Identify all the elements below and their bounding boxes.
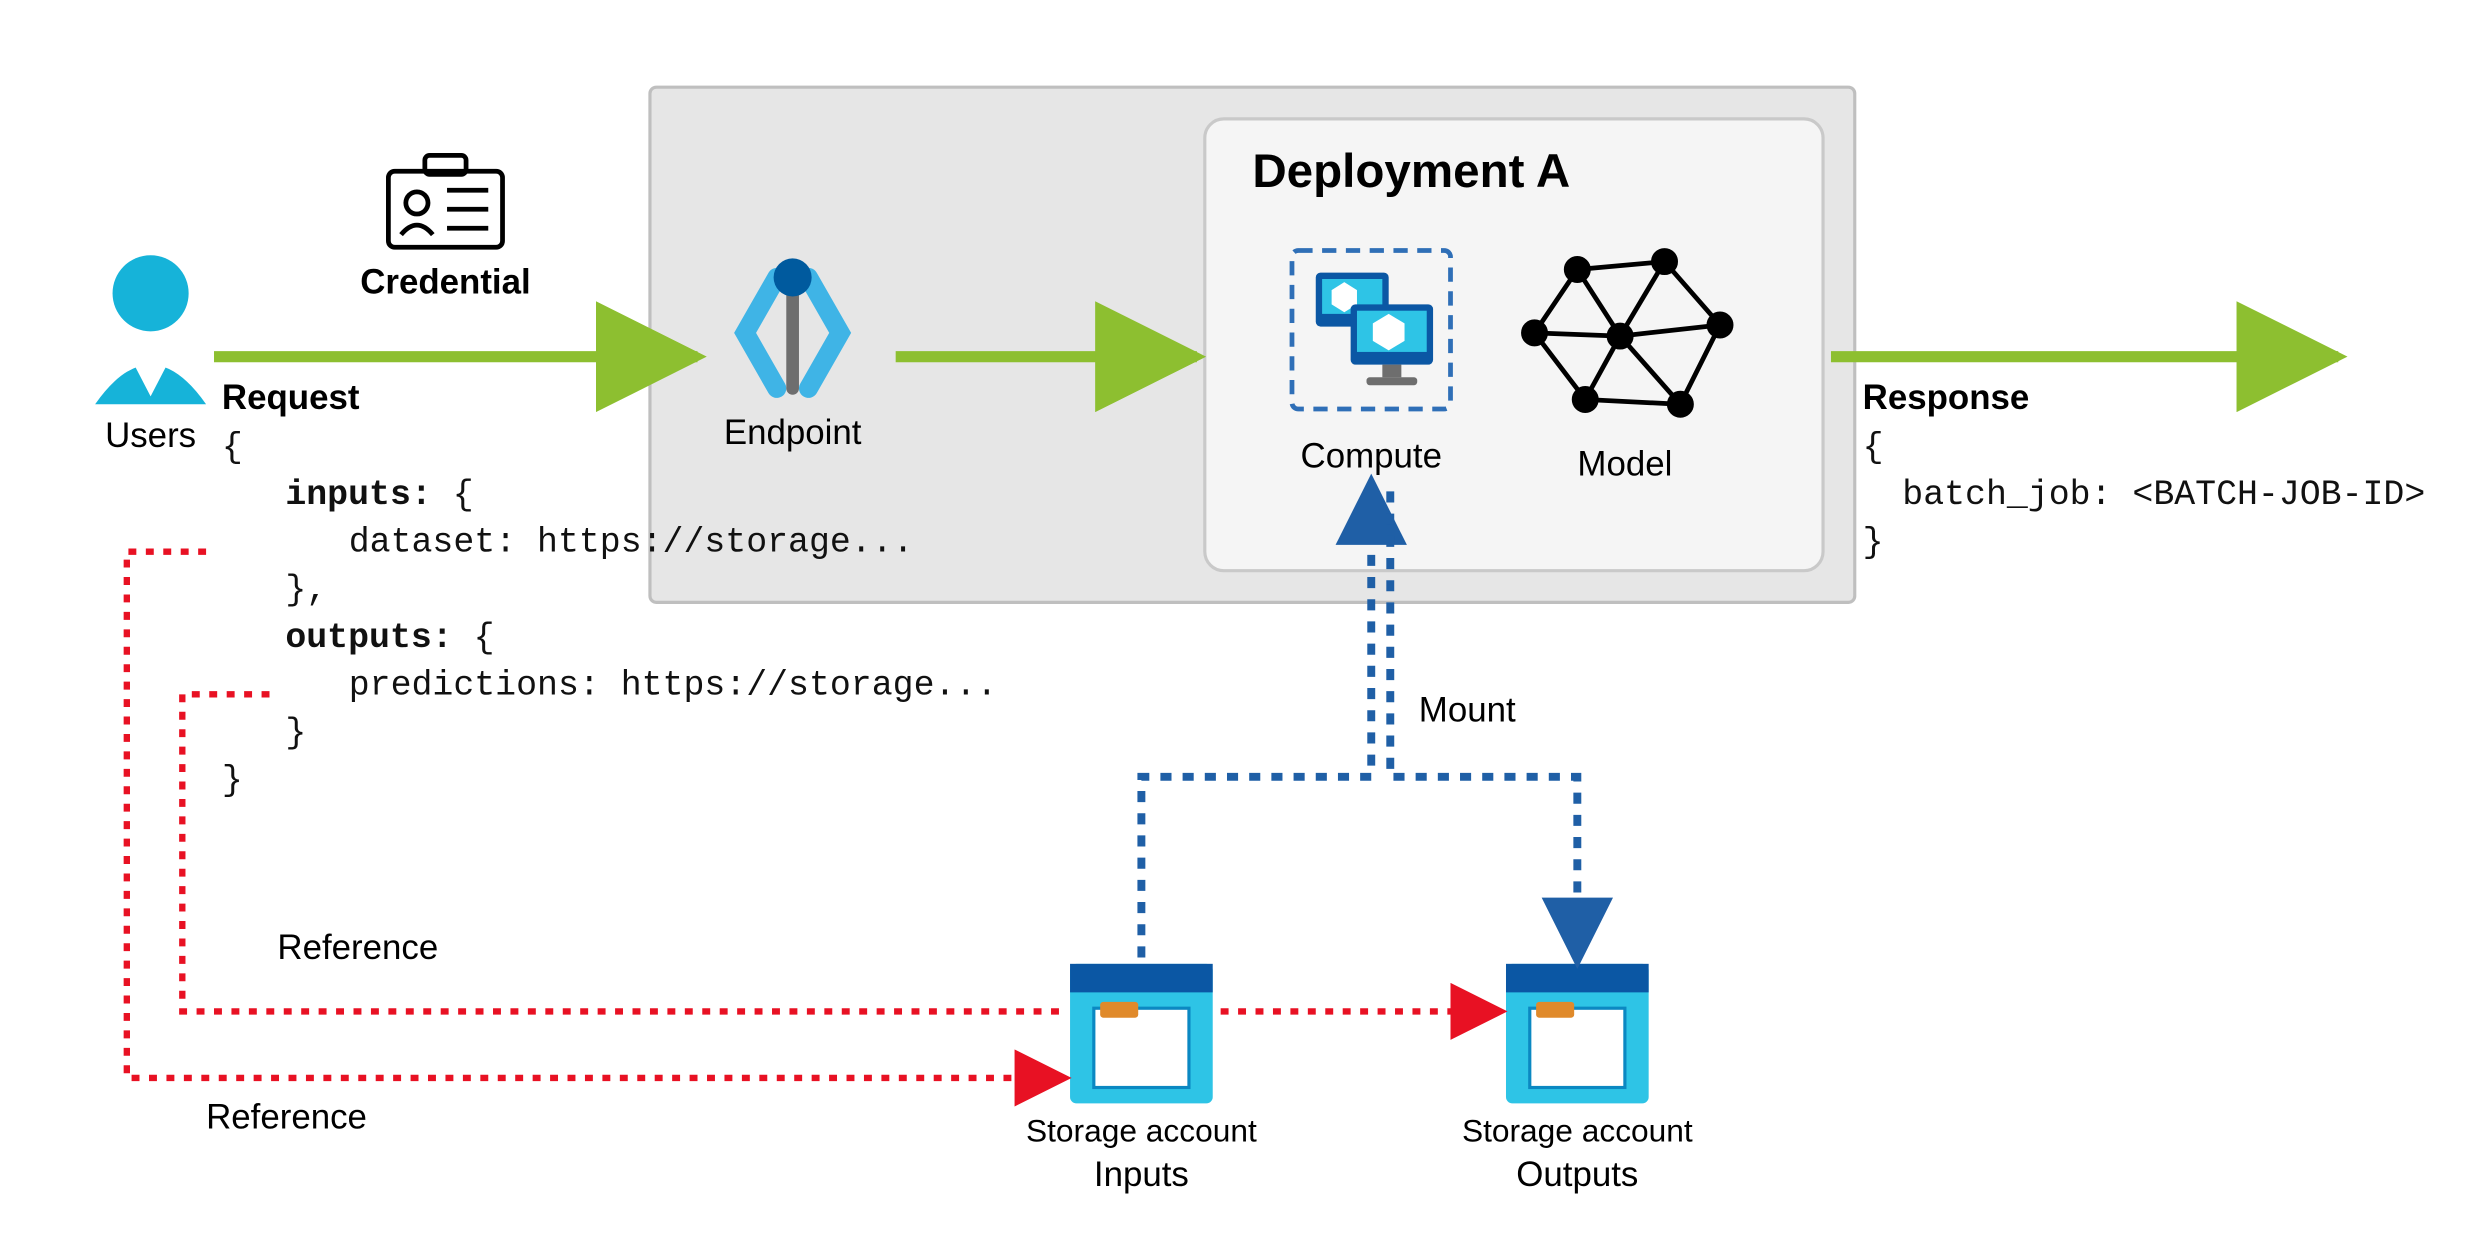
response-header: Response	[1863, 378, 2030, 417]
model-label: Model	[1577, 445, 1672, 484]
storage-outputs-sub: Storage account	[1462, 1112, 1693, 1148]
req-l3: dataset: https://storage...	[349, 524, 914, 563]
user-icon	[95, 255, 206, 404]
ref-outputs-label: Reference	[277, 928, 438, 967]
endpoint-label: Endpoint	[724, 413, 862, 452]
response-code: { batch_job: <BATCH-JOB-ID> }	[1863, 429, 2426, 563]
req-l8: }	[222, 761, 243, 800]
ref-inputs-label: Reference	[206, 1098, 367, 1137]
users-label: Users	[105, 416, 196, 455]
req-l2: inputs: {	[285, 476, 473, 515]
ref-inputs-line	[127, 552, 1058, 1078]
res-l2: batch_job: <BATCH-JOB-ID>	[1902, 476, 2425, 515]
storage-inputs-label: Inputs	[1094, 1155, 1189, 1194]
deployment-title: Deployment A	[1252, 145, 1570, 198]
architecture-diagram: Deployment A Users Credential Endpoint	[0, 0, 2473, 1237]
req-l6: predictions: https://storage...	[349, 666, 998, 705]
req-l1: {	[222, 429, 243, 468]
request-header: Request	[222, 378, 360, 417]
credential-icon	[388, 155, 502, 247]
storage-outputs-icon	[1506, 964, 1649, 1104]
storage-inputs-sub: Storage account	[1026, 1112, 1257, 1148]
mount-label: Mount	[1419, 690, 1516, 729]
res-l1: {	[1863, 429, 1884, 468]
res-l3: }	[1863, 524, 1884, 563]
req-l7: }	[285, 714, 306, 753]
req-l4: },	[285, 571, 327, 610]
req-l5: outputs: {	[285, 619, 494, 658]
storage-outputs-label: Outputs	[1516, 1155, 1638, 1194]
storage-inputs-icon	[1070, 964, 1213, 1104]
compute-label: Compute	[1301, 437, 1442, 476]
credential-label: Credential	[360, 262, 530, 301]
